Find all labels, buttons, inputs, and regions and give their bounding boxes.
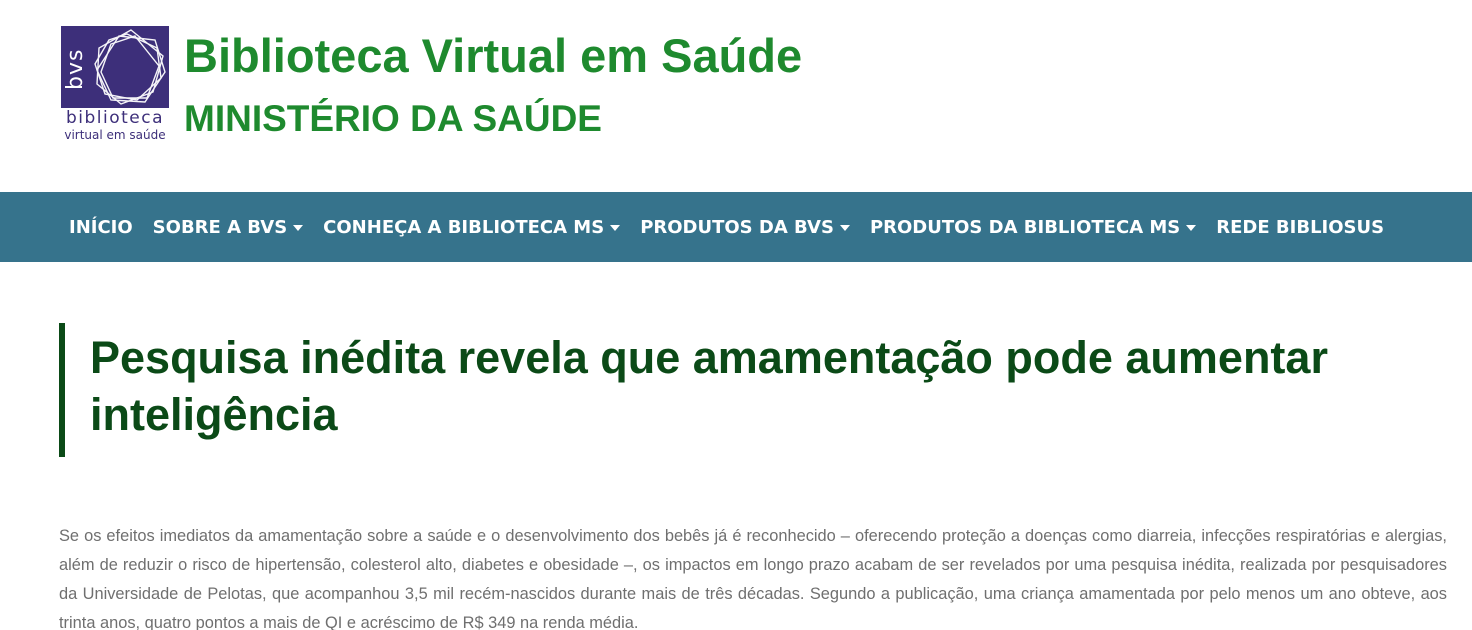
caret-down-icon <box>293 224 304 231</box>
caret-down-icon <box>610 224 621 231</box>
nav-item-produtos-da-biblioteca-ms[interactable]: PRODUTOS DA BIBLIOTECA MS <box>860 192 1206 262</box>
nav-item-label: PRODUTOS DA BVS <box>640 216 834 238</box>
article-title: Pesquisa inédita revela que amamentação … <box>59 323 1419 457</box>
logo-abbr: bvs <box>63 48 88 90</box>
logo-line2: virtual em saúde <box>64 128 166 142</box>
site-header: bvs biblioteca virtual em saúde Bibliote… <box>0 0 1472 192</box>
nav-item-inicio[interactable]: INÍCIO <box>59 192 143 262</box>
caret-down-icon <box>1186 224 1197 231</box>
logo-line1: biblioteca <box>65 108 165 128</box>
nav-item-conheca-a-biblioteca-ms[interactable]: CONHEÇA A BIBLIOTECA MS <box>313 192 630 262</box>
nav-item-label: REDE BIBLIOSUS <box>1216 216 1385 238</box>
nav-item-rede-bibliosus[interactable]: REDE BIBLIOSUS <box>1206 192 1394 262</box>
nav-item-produtos-da-bvs[interactable]: PRODUTOS DA BVS <box>630 192 860 262</box>
logo-emblem: bvs <box>61 26 169 108</box>
article-body: Se os efeitos imediatos da amamentação s… <box>59 527 1447 630</box>
main-nav: INÍCIO SOBRE A BVS CONHEÇA A BIBLIOTECA … <box>0 192 1472 262</box>
site-title[interactable]: Biblioteca Virtual em Saúde <box>184 28 802 84</box>
nav-item-label: INÍCIO <box>69 216 133 238</box>
bvs-logo[interactable]: bvs biblioteca virtual em saúde <box>61 26 169 142</box>
nav-item-sobre-a-bvs[interactable]: SOBRE A BVS <box>143 192 314 262</box>
caret-down-icon <box>839 224 850 231</box>
nav-item-label: SOBRE A BVS <box>152 216 288 238</box>
nav-item-label: CONHEÇA A BIBLIOTECA MS <box>323 216 605 238</box>
nav-item-label: PRODUTOS DA BIBLIOTECA MS <box>869 216 1181 238</box>
site-subtitle: MINISTÉRIO DA SAÚDE <box>184 98 602 139</box>
nav-list: INÍCIO SOBRE A BVS CONHEÇA A BIBLIOTECA … <box>0 192 1472 262</box>
